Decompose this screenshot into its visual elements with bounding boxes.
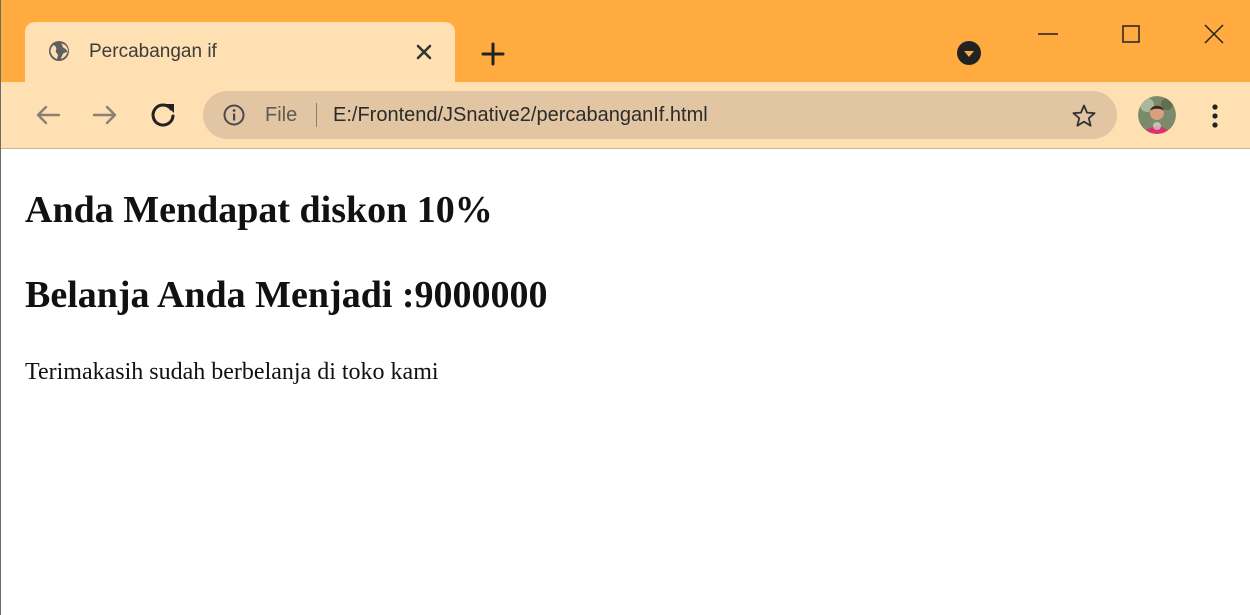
star-icon[interactable] xyxy=(1071,103,1097,129)
info-icon[interactable] xyxy=(223,104,245,126)
total-heading: Belanja Anda Menjadi :9000000 xyxy=(25,274,548,316)
url-text[interactable]: E:/Frontend/JSnative2/percabanganIf.html xyxy=(333,103,708,127)
url-scheme-label: File xyxy=(265,104,298,126)
discount-heading: Anda Mendapat diskon 10% xyxy=(25,189,493,231)
thank-you-text: Terimakasih sudah berbelanja di toko kam… xyxy=(25,359,439,385)
close-icon[interactable] xyxy=(413,41,435,63)
toolbar: File E:/Frontend/JSnative2/percabanganIf… xyxy=(1,82,1250,149)
reload-icon[interactable] xyxy=(147,99,179,131)
chevron-down-circle-icon[interactable] xyxy=(956,40,982,66)
address-bar[interactable]: File E:/Frontend/JSnative2/percabanganIf… xyxy=(203,91,1117,139)
kebab-menu-icon[interactable] xyxy=(1205,102,1225,130)
plus-icon[interactable] xyxy=(479,40,507,68)
tab-active[interactable]: Percabangan if xyxy=(25,22,455,84)
tab-strip: Percabangan if xyxy=(1,0,1250,84)
minimize-icon[interactable] xyxy=(1034,20,1062,48)
page-content: Anda Mendapat diskon 10% Belanja Anda Me… xyxy=(1,149,1250,615)
divider xyxy=(316,103,317,127)
maximize-icon[interactable] xyxy=(1117,20,1145,48)
close-icon[interactable] xyxy=(1200,20,1228,48)
arrow-left-icon[interactable] xyxy=(32,99,64,131)
tab-title: Percabangan if xyxy=(89,41,217,62)
globe-icon xyxy=(48,40,70,62)
browser-window: Percabangan if File E:/Frontend/JSnative… xyxy=(0,0,1250,615)
avatar[interactable] xyxy=(1138,96,1176,134)
arrow-right-icon[interactable] xyxy=(89,99,121,131)
